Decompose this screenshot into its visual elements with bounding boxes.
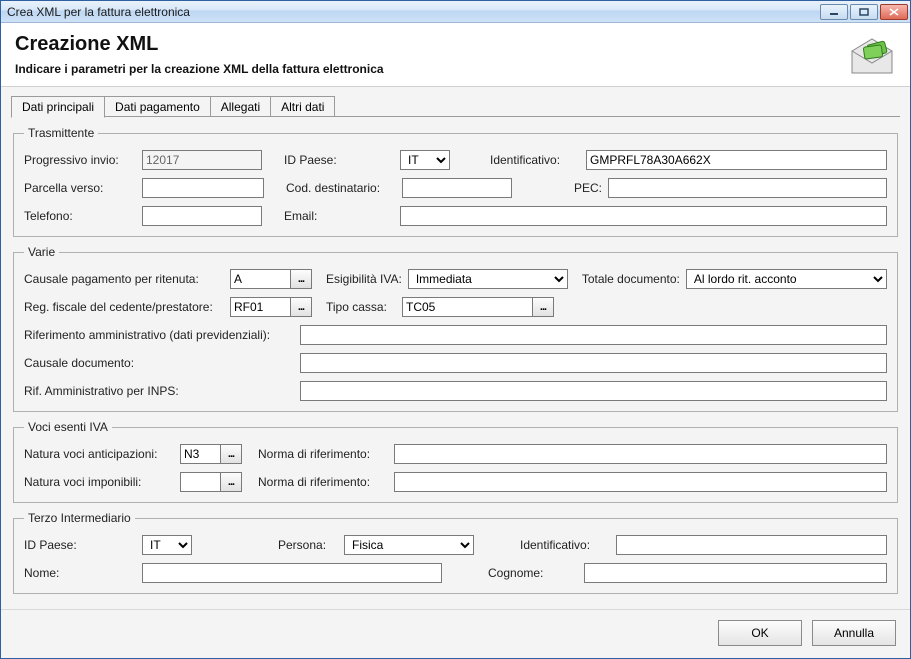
causale-doc-field[interactable] [300, 353, 887, 373]
rif-amm-inps-field[interactable] [300, 381, 887, 401]
telefono-field[interactable] [142, 206, 262, 226]
natura-antic-lookup-button[interactable]: ... [220, 444, 242, 464]
window-frame: Crea XML per la fattura elettronica Crea… [0, 0, 911, 659]
natura-antic-wrap: ... [180, 444, 242, 464]
rif-amm-inps-label: Rif. Amministrativo per INPS: [24, 384, 294, 398]
terzo-nome-label: Nome: [24, 566, 136, 580]
tipo-cassa-field[interactable] [402, 297, 532, 317]
natura-antic-field[interactable] [180, 444, 220, 464]
envelope-money-icon [848, 37, 896, 77]
causale-pag-rit-label: Causale pagamento per ritenuta: [24, 272, 224, 286]
natura-impon-wrap: ... [180, 472, 242, 492]
norma-rif2-label: Norma di riferimento: [258, 475, 388, 489]
causale-pag-rit-wrap: ... [230, 269, 312, 289]
terzo-nome-field[interactable] [142, 563, 442, 583]
pec-label: PEC: [554, 181, 602, 195]
terzo-cognome-field[interactable] [584, 563, 887, 583]
tab-dati-principali[interactable]: Dati principali [11, 96, 105, 118]
id-paese-select[interactable]: IT [400, 150, 450, 170]
tab-allegati[interactable]: Allegati [210, 96, 271, 117]
reg-fiscale-label: Reg. fiscale del cedente/prestatore: [24, 300, 224, 314]
causale-pag-rit-field[interactable] [230, 269, 290, 289]
totale-doc-label: Totale documento: [582, 272, 680, 286]
tipo-cassa-wrap: ... [402, 297, 554, 317]
client-area: Creazione XML Indicare i parametri per l… [1, 23, 910, 658]
terzo-identificativo-field[interactable] [616, 535, 887, 555]
reg-fiscale-field[interactable] [230, 297, 290, 317]
titlebar: Crea XML per la fattura elettronica [1, 1, 910, 23]
identificativo-label: Identificativo: [490, 153, 580, 167]
group-trasmittente-legend: Trasmittente [24, 126, 98, 140]
terzo-persona-select[interactable]: Fisica [344, 535, 474, 555]
tab-dati-pagamento[interactable]: Dati pagamento [104, 96, 211, 117]
group-terzo: Terzo Intermediario ID Paese: IT Persona… [13, 511, 898, 594]
terzo-persona-label: Persona: [278, 538, 338, 552]
tipo-cassa-label: Tipo cassa: [326, 300, 396, 314]
norma-rif2-field[interactable] [394, 472, 887, 492]
email-label: Email: [284, 209, 394, 223]
tipo-cassa-lookup-button[interactable]: ... [532, 297, 554, 317]
maximize-button[interactable] [850, 4, 878, 20]
page-subtitle: Indicare i parametri per la creazione XM… [15, 62, 896, 76]
group-trasmittente: Trasmittente Progressivo invio: ID Paese… [13, 126, 898, 237]
terzo-id-paese-label: ID Paese: [24, 538, 136, 552]
reg-fiscale-wrap: ... [230, 297, 312, 317]
window-controls [820, 4, 908, 20]
group-varie: Varie Causale pagamento per ritenuta: ..… [13, 245, 898, 412]
natura-antic-label: Natura voci anticipazioni: [24, 447, 174, 461]
natura-impon-lookup-button[interactable]: ... [220, 472, 242, 492]
cod-destinatario-label: Cod. destinatario: [286, 181, 396, 195]
group-terzo-legend: Terzo Intermediario [24, 511, 135, 525]
rif-amm-prev-field[interactable] [300, 325, 887, 345]
ok-button[interactable]: OK [718, 620, 802, 646]
causale-doc-label: Causale documento: [24, 356, 294, 370]
terzo-cognome-label: Cognome: [488, 566, 578, 580]
close-button[interactable] [880, 4, 908, 20]
button-bar: OK Annulla [1, 609, 910, 658]
page-title: Creazione XML [15, 33, 896, 56]
pec-field[interactable] [608, 178, 887, 198]
tab-panel: Trasmittente Progressivo invio: ID Paese… [1, 118, 910, 609]
norma-rif1-label: Norma di riferimento: [258, 447, 388, 461]
natura-impon-field[interactable] [180, 472, 220, 492]
totale-doc-select[interactable]: Al lordo rit. acconto [686, 269, 887, 289]
esigibilita-iva-label: Esigibilità IVA: [326, 272, 402, 286]
cod-destinatario-field[interactable] [402, 178, 512, 198]
terzo-identificativo-label: Identificativo: [520, 538, 610, 552]
header: Creazione XML Indicare i parametri per l… [1, 23, 910, 87]
window-title: Crea XML per la fattura elettronica [7, 5, 820, 19]
group-voci-esenti-legend: Voci esenti IVA [24, 420, 112, 434]
id-paese-label: ID Paese: [284, 153, 394, 167]
parcella-verso-select[interactable]: Privati [142, 178, 264, 198]
identificativo-field[interactable] [586, 150, 887, 170]
cancel-button[interactable]: Annulla [812, 620, 896, 646]
group-varie-legend: Varie [24, 245, 59, 259]
norma-rif1-field[interactable] [394, 444, 887, 464]
tab-underline [11, 116, 900, 117]
minimize-button[interactable] [820, 4, 848, 20]
tab-bar: Dati principali Dati pagamento Allegati … [1, 87, 910, 117]
email-field[interactable] [400, 206, 887, 226]
tab-altri-dati[interactable]: Altri dati [270, 96, 335, 117]
terzo-id-paese-select[interactable]: IT [142, 535, 192, 555]
natura-impon-label: Natura voci imponibili: [24, 475, 174, 489]
group-voci-esenti: Voci esenti IVA Natura voci anticipazion… [13, 420, 898, 503]
esigibilita-iva-select[interactable]: Immediata [408, 269, 568, 289]
causale-pag-rit-lookup-button[interactable]: ... [290, 269, 312, 289]
progressivo-invio-label: Progressivo invio: [24, 153, 136, 167]
progressivo-invio-field[interactable] [142, 150, 262, 170]
reg-fiscale-lookup-button[interactable]: ... [290, 297, 312, 317]
parcella-verso-label: Parcella verso: [24, 181, 136, 195]
rif-amm-prev-label: Riferimento amministrativo (dati previde… [24, 328, 294, 342]
telefono-label: Telefono: [24, 209, 136, 223]
